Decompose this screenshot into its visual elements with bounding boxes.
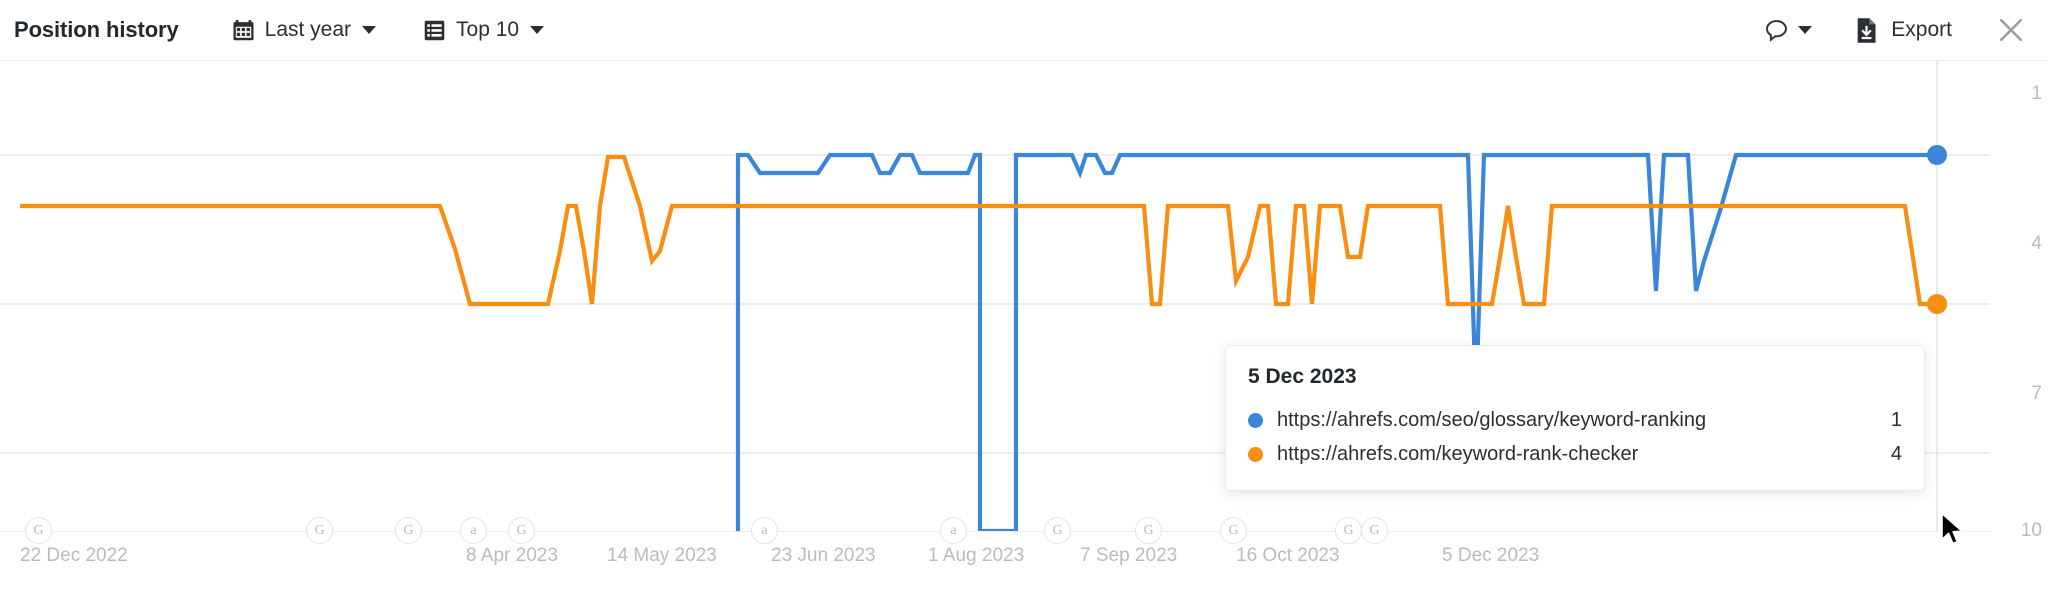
y-axis-label: 10: [2020, 520, 2042, 541]
top-positions-filter-label: Top 10: [456, 18, 520, 41]
top-positions-filter[interactable]: Top 10: [422, 18, 545, 43]
list-icon: [422, 18, 447, 43]
tooltip-date: 5 Dec 2023: [1248, 365, 1357, 388]
y-axis-label: 4: [2031, 233, 2042, 254]
axis-marker-a[interactable]: a: [460, 517, 487, 544]
chart-container: 1 4 7 10 GGGaGaaGGGGG 22 Dec 2022 8 Apr 2…: [0, 61, 2048, 589]
x-axis-line: [0, 531, 1990, 532]
y-axis-label: 7: [2031, 383, 2042, 404]
date-range-filter[interactable]: Last year: [231, 18, 377, 43]
speech-bubble-icon: [1763, 17, 1790, 44]
axis-marker-g[interactable]: G: [1044, 517, 1071, 544]
tooltip-value: 4: [1890, 442, 1902, 465]
x-axis-tick-label: 7 Sep 2023: [1080, 545, 1178, 566]
close-button[interactable]: [1996, 15, 2026, 45]
annotations-dropdown[interactable]: [1763, 17, 1813, 44]
export-button-label: Export: [1891, 18, 1952, 41]
x-axis-tick-label: 5 Dec 2023: [1442, 545, 1540, 566]
axis-marker-g[interactable]: G: [1135, 517, 1162, 544]
axis-marker-g[interactable]: G: [306, 517, 333, 544]
axis-marker-g[interactable]: G: [1220, 517, 1247, 544]
axis-marker-g[interactable]: G: [395, 517, 422, 544]
axis-marker-g[interactable]: G: [1361, 517, 1388, 544]
tooltip-url[interactable]: https://ahrefs.com/seo/glossary/keyword-…: [1277, 409, 1872, 432]
axis-marker-g[interactable]: G: [25, 517, 52, 544]
axis-marker-a[interactable]: a: [751, 517, 778, 544]
x-axis-tick-label: 16 Oct 2023: [1236, 545, 1340, 566]
download-file-icon: [1854, 17, 1879, 44]
x-axis-tick-label: 8 Apr 2023: [466, 545, 558, 566]
axis-marker-g[interactable]: G: [508, 517, 535, 544]
position-history-panel: Position history Last year Top 10 Export…: [0, 0, 2048, 589]
x-axis-tick-label: 23 Jun 2023: [771, 545, 876, 566]
export-button[interactable]: Export: [1854, 17, 1952, 44]
date-range-filter-label: Last year: [264, 18, 352, 41]
chart-tooltip: 5 Dec 2023 https://ahrefs.com/seo/glossa…: [1225, 345, 1925, 491]
chevron-down-icon: [1798, 26, 1813, 34]
axis-marker-g[interactable]: G: [1335, 517, 1362, 544]
series-endpoint-dot-1[interactable]: [1927, 294, 1947, 314]
chevron-down-icon: [362, 26, 377, 34]
tooltip-value: 1: [1890, 408, 1902, 431]
page-title: Position history: [14, 17, 179, 42]
tooltip-row: https://ahrefs.com/seo/glossary/keyword-…: [1248, 403, 1902, 437]
y-axis-label: 1: [2031, 83, 2042, 104]
x-axis-tick-label: 1 Aug 2023: [928, 545, 1025, 566]
series-color-dot: [1248, 412, 1263, 428]
tooltip-row: https://ahrefs.com/keyword-rank-checker …: [1248, 437, 1902, 471]
calendar-icon: [231, 18, 256, 43]
panel-header: Position history Last year Top 10 Export: [0, 0, 2048, 61]
chevron-down-icon: [530, 26, 545, 34]
x-axis-tick-label: 22 Dec 2022: [20, 545, 128, 566]
series-endpoint-dot-0[interactable]: [1927, 145, 1947, 165]
close-icon: [1996, 15, 2026, 45]
series-color-dot: [1248, 446, 1263, 462]
tooltip-url[interactable]: https://ahrefs.com/keyword-rank-checker: [1277, 443, 1872, 466]
x-axis-tick-label: 14 May 2023: [607, 545, 717, 566]
axis-marker-a[interactable]: a: [940, 517, 967, 544]
